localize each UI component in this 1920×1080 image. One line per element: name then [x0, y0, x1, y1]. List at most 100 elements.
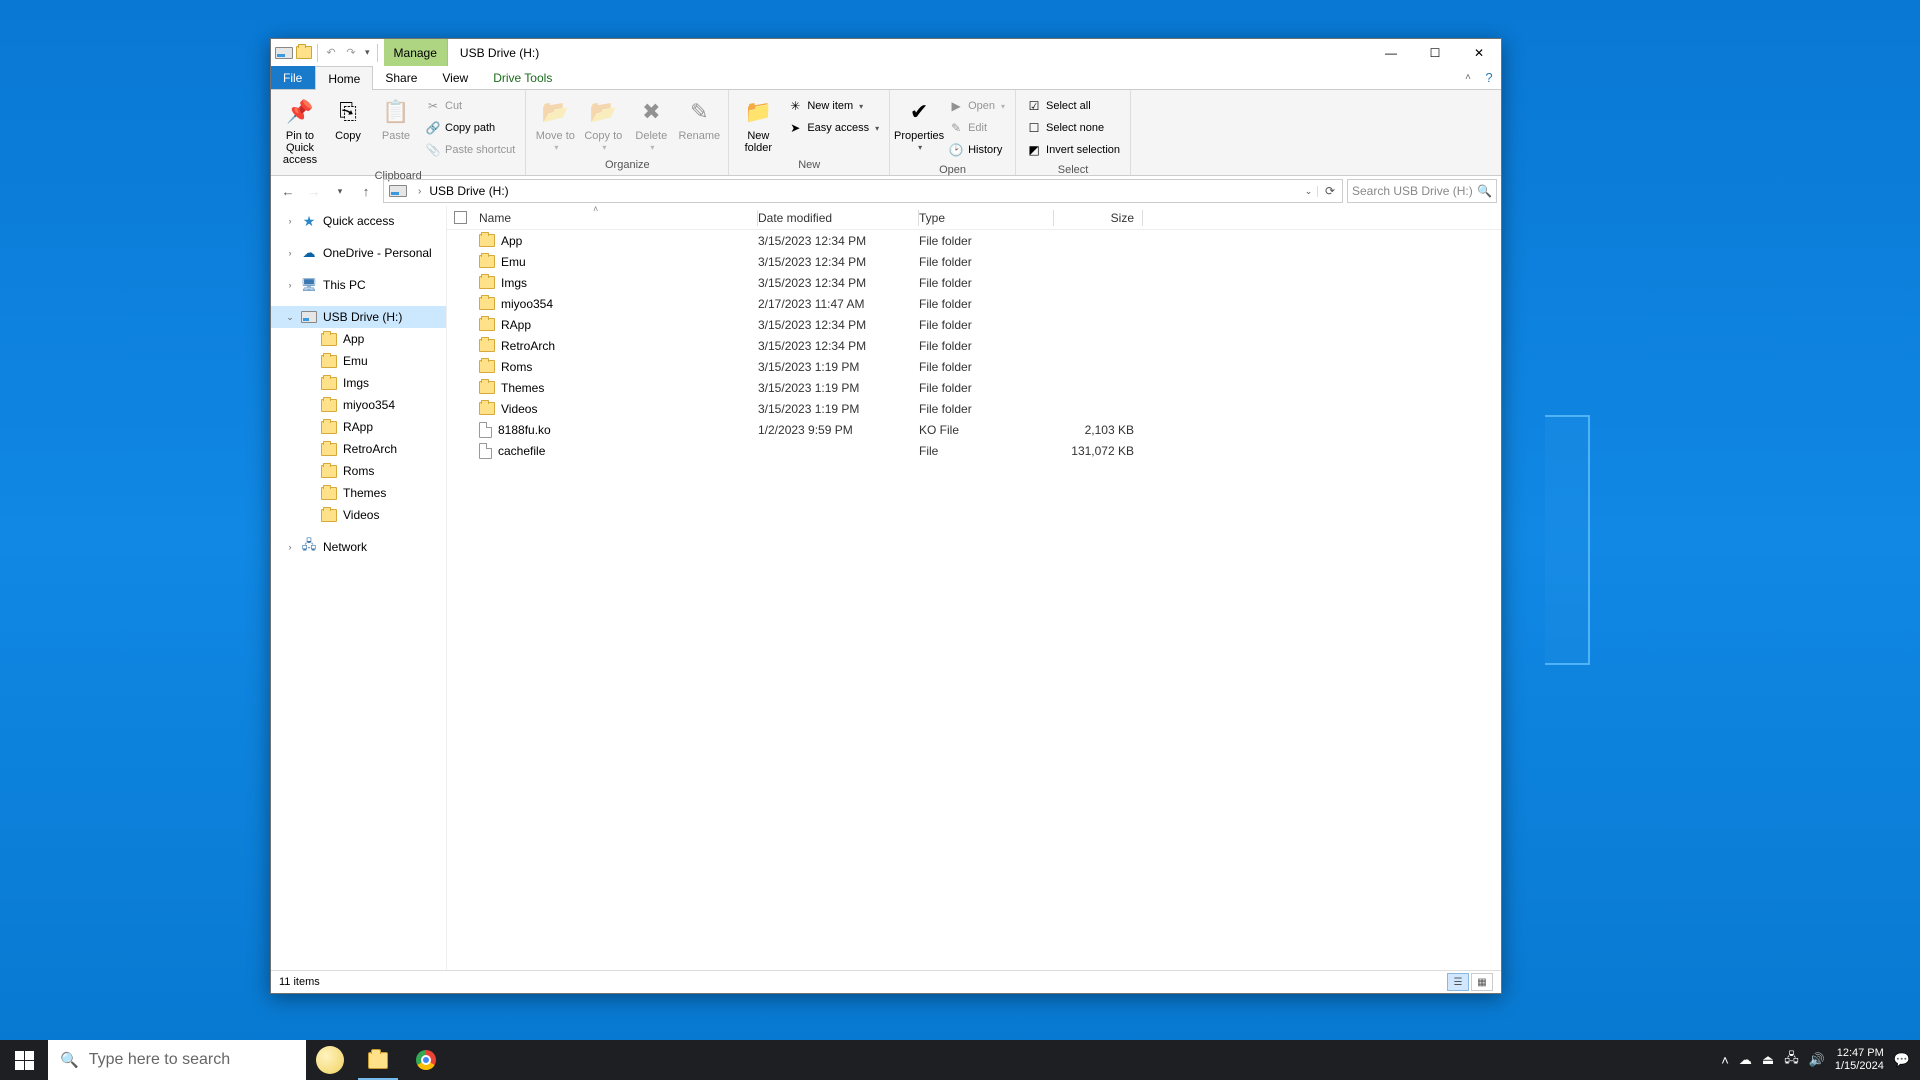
nav-network[interactable]: ›🖧Network [271, 536, 446, 558]
file-date: 1/2/2023 9:59 PM [758, 423, 918, 437]
nav-onedrive[interactable]: ›☁OneDrive - Personal [271, 242, 446, 264]
recent-locations-button[interactable]: ▾ [327, 179, 353, 203]
file-name: miyoo354 [501, 297, 553, 311]
column-type[interactable]: Type [919, 211, 1053, 225]
file-date: 3/15/2023 12:34 PM [758, 234, 918, 248]
tab-share[interactable]: Share [373, 66, 430, 89]
nav-folder-themes[interactable]: Themes [291, 482, 446, 504]
taskbar-weather[interactable] [306, 1040, 354, 1080]
address-toolbar: ← → ▾ ↑ › USB Drive (H:) ⌄ ⟳ Search USB … [271, 176, 1501, 206]
copy-path-button[interactable]: 🔗Copy path [421, 118, 519, 138]
back-button[interactable]: ← [275, 179, 301, 203]
nav-folder-app[interactable]: App [291, 328, 446, 350]
qat-folder-icon[interactable] [295, 44, 313, 62]
address-bar[interactable]: › USB Drive (H:) ⌄ ⟳ [383, 179, 1343, 203]
table-row[interactable]: Videos3/15/2023 1:19 PMFile folder [447, 398, 1501, 419]
paste-button[interactable]: 📋 Paste [373, 94, 419, 142]
help-icon[interactable]: ? [1477, 66, 1501, 89]
table-row[interactable]: miyoo3542/17/2023 11:47 AMFile folder [447, 293, 1501, 314]
nav-folder-retroarch[interactable]: RetroArch [291, 438, 446, 460]
table-row[interactable]: 8188fu.ko1/2/2023 9:59 PMKO File2,103 KB [447, 419, 1501, 440]
tab-file[interactable]: File [271, 66, 315, 89]
paste-shortcut-button[interactable]: 📎Paste shortcut [421, 140, 519, 160]
column-size[interactable]: Size [1054, 211, 1142, 225]
nav-folder-miyoo354[interactable]: miyoo354 [291, 394, 446, 416]
table-row[interactable]: Roms3/15/2023 1:19 PMFile folder [447, 356, 1501, 377]
column-date[interactable]: Date modified [758, 211, 918, 225]
table-row[interactable]: Emu3/15/2023 12:34 PMFile folder [447, 251, 1501, 272]
file-date: 3/15/2023 12:34 PM [758, 276, 918, 290]
forward-button[interactable]: → [301, 179, 327, 203]
rename-button[interactable]: ✎Rename [676, 94, 722, 142]
context-tab-manage[interactable]: Manage [384, 39, 448, 66]
refresh-icon[interactable]: ⟳ [1318, 184, 1342, 198]
breadcrumb[interactable]: USB Drive (H:) [427, 184, 510, 198]
nav-folder-roms[interactable]: Roms [291, 460, 446, 482]
edit-button[interactable]: ✎Edit [944, 118, 1009, 138]
qat-undo-icon[interactable]: ↶ [322, 44, 340, 62]
icons-view-button[interactable]: ▦ [1471, 973, 1493, 991]
nav-this-pc[interactable]: ›🖥This PC [271, 274, 446, 296]
collapse-ribbon-icon[interactable]: ˄ [1459, 66, 1477, 89]
maximize-button[interactable]: ☐ [1413, 39, 1457, 66]
table-row[interactable]: Imgs3/15/2023 12:34 PMFile folder [447, 272, 1501, 293]
table-row[interactable]: App3/15/2023 12:34 PMFile folder [447, 230, 1501, 251]
copy-to-button[interactable]: 📂Copy to▾ [580, 94, 626, 153]
drive-icon [388, 183, 408, 199]
close-button[interactable]: ✕ [1457, 39, 1501, 66]
up-button[interactable]: ↑ [353, 179, 379, 203]
easy-access-button[interactable]: ➤Easy access▾ [783, 118, 883, 138]
tray-volume-icon[interactable]: 🔊 [1809, 1052, 1825, 1068]
file-type: File folder [919, 402, 1053, 416]
minimize-button[interactable]: — [1369, 39, 1413, 66]
nav-usb-drive[interactable]: ⌄USB Drive (H:) [271, 306, 446, 328]
tab-drive-tools[interactable]: Drive Tools [481, 66, 565, 89]
taskbar-explorer[interactable] [354, 1040, 402, 1080]
select-none-button[interactable]: ☐Select none [1022, 118, 1124, 138]
nav-folder-imgs[interactable]: Imgs [291, 372, 446, 394]
tray-notifications-icon[interactable]: 💬 [1894, 1052, 1910, 1068]
path-icon: 🔗 [425, 120, 441, 136]
select-all-button[interactable]: ☑Select all [1022, 96, 1124, 116]
tab-home[interactable]: Home [315, 66, 373, 90]
new-folder-button[interactable]: 📁New folder [735, 94, 781, 154]
new-item-button[interactable]: ✳New item▾ [783, 96, 883, 116]
taskbar-chrome[interactable] [402, 1040, 450, 1080]
nav-folder-rapp[interactable]: RApp [291, 416, 446, 438]
pin-quick-access-button[interactable]: 📌 Pin to Quick access [277, 94, 323, 166]
tray-onedrive-icon[interactable]: ☁ [1739, 1052, 1752, 1068]
details-view-button[interactable]: ☰ [1447, 973, 1469, 991]
copy-button[interactable]: ⎘ Copy [325, 94, 371, 142]
tray-overflow-icon[interactable]: ˄ [1721, 1053, 1729, 1068]
cut-button[interactable]: ✂Cut [421, 96, 519, 116]
label: Copy [335, 130, 361, 142]
paste-icon: 📋 [380, 96, 412, 128]
search-input[interactable]: Search USB Drive (H:) 🔍 [1347, 179, 1497, 203]
open-button[interactable]: ▶Open▾ [944, 96, 1009, 116]
qat-dropdown-icon[interactable]: ▾ [362, 47, 373, 58]
properties-button[interactable]: ✔Properties▾ [896, 94, 942, 153]
nav-folder-emu[interactable]: Emu [291, 350, 446, 372]
address-dropdown-icon[interactable]: ⌄ [1300, 186, 1318, 197]
tray-network-icon[interactable]: 🖧 [1784, 1049, 1799, 1071]
column-name[interactable]: ˄Name [473, 211, 757, 225]
system-menu-icon[interactable] [275, 44, 293, 62]
nav-quick-access[interactable]: ›★Quick access [271, 210, 446, 232]
table-row[interactable]: Themes3/15/2023 1:19 PMFile folder [447, 377, 1501, 398]
tray-eject-icon[interactable]: ⏏ [1762, 1052, 1774, 1068]
table-row[interactable]: RApp3/15/2023 12:34 PMFile folder [447, 314, 1501, 335]
invert-selection-button[interactable]: ◩Invert selection [1022, 140, 1124, 160]
chevron-right-icon[interactable]: › [412, 186, 427, 197]
tab-view[interactable]: View [430, 66, 481, 89]
tray-clock[interactable]: 12:47 PM 1/15/2024 [1835, 1047, 1884, 1073]
history-button[interactable]: 🕑History [944, 140, 1009, 160]
table-row[interactable]: cachefileFile131,072 KB [447, 440, 1501, 461]
select-all-checkbox[interactable] [447, 211, 473, 224]
table-row[interactable]: RetroArch3/15/2023 12:34 PMFile folder [447, 335, 1501, 356]
taskbar-search[interactable]: 🔍 Type here to search [48, 1040, 306, 1080]
move-to-button[interactable]: 📂Move to▾ [532, 94, 578, 153]
qat-redo-icon[interactable]: ↷ [342, 44, 360, 62]
delete-button[interactable]: ✖Delete▾ [628, 94, 674, 153]
nav-folder-videos[interactable]: Videos [291, 504, 446, 526]
start-button[interactable] [0, 1040, 48, 1080]
